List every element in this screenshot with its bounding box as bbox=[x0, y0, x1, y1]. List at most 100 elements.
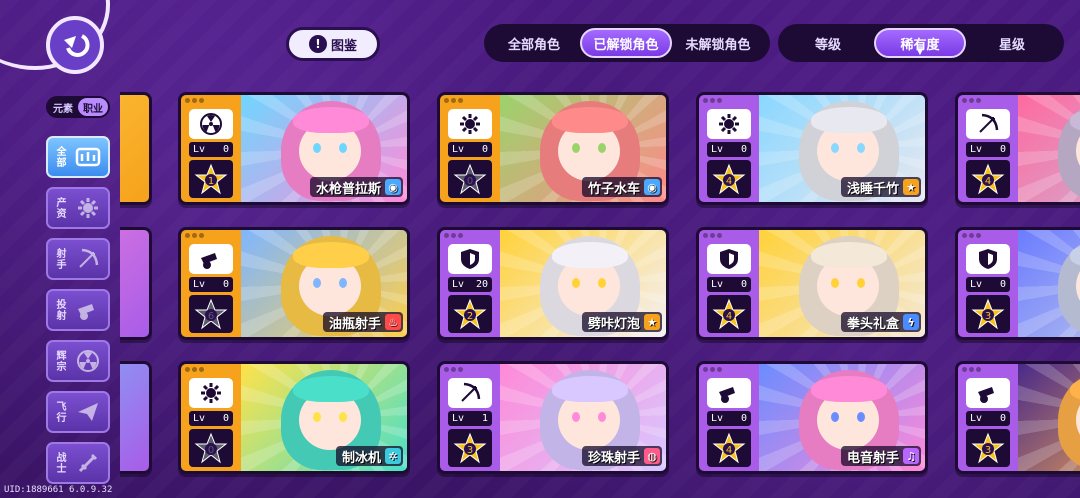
sort-stars[interactable]: 星级 bbox=[966, 28, 1058, 58]
card-info-panel: Lv 0 4 bbox=[958, 95, 1018, 202]
star-count: 3 bbox=[985, 311, 991, 322]
star-icon: 0 bbox=[194, 432, 228, 464]
level-value: 0 bbox=[999, 279, 1006, 290]
category-radiation[interactable]: 辉宗 bbox=[46, 340, 110, 382]
level-badge: Lv 0 bbox=[707, 411, 751, 426]
card-info-panel: Lv 0 3 bbox=[958, 364, 1018, 471]
star-count: 3 bbox=[467, 445, 473, 456]
tab-unlocked-characters[interactable]: 已解锁角色 bbox=[580, 28, 672, 58]
character-card-partial[interactable] bbox=[120, 361, 152, 474]
level-badge: Lv 0 bbox=[189, 142, 233, 157]
guide-button[interactable]: ! 图鉴 bbox=[286, 27, 380, 61]
card-dots bbox=[703, 98, 722, 103]
star-icon: 3 bbox=[453, 432, 487, 464]
character-card[interactable]: Lv 0 4 浅睡千竹 ★ bbox=[696, 92, 928, 205]
category-cannon[interactable]: 投射 bbox=[46, 289, 110, 331]
category-paper-plane[interactable]: 飞行 bbox=[46, 391, 110, 433]
star-icon: 6 bbox=[194, 298, 228, 330]
character-name: 浅睡千竹 ★ bbox=[840, 177, 921, 197]
character-name-label: 电音射手 bbox=[846, 450, 899, 466]
level-badge: Lv 0 bbox=[966, 277, 1010, 292]
element-class-toggle[interactable]: 元素 职业 bbox=[46, 96, 110, 118]
character-card[interactable]: Lv 0 4 bbox=[955, 92, 1080, 205]
cannon-icon bbox=[71, 293, 105, 327]
character-name: 电音射手 ♫ bbox=[840, 446, 921, 466]
cannon-icon bbox=[966, 378, 1010, 408]
character-card[interactable]: Lv 0 0 制冰机 ✲ bbox=[178, 361, 410, 474]
category-gear[interactable]: 产资 bbox=[46, 187, 110, 229]
character-name-label: 劈咔灯泡 bbox=[587, 316, 640, 332]
star-icon: 4 bbox=[712, 163, 746, 195]
star-count: 0 bbox=[208, 445, 214, 456]
star-rank: 3 bbox=[966, 429, 1010, 467]
character-card[interactable]: Lv 0 3 bbox=[955, 361, 1080, 474]
level-prefix: Lv bbox=[193, 279, 206, 290]
level-value: 0 bbox=[740, 413, 747, 424]
card-info-panel: Lv 20 2 bbox=[440, 230, 500, 337]
gear-icon bbox=[71, 191, 105, 225]
card-dots bbox=[185, 98, 204, 103]
back-button[interactable] bbox=[46, 16, 104, 74]
card-dots bbox=[444, 233, 463, 238]
card-dots bbox=[444, 367, 463, 372]
level-badge: Lv 1 bbox=[448, 411, 492, 426]
tab-all-characters[interactable]: 全部角色 bbox=[488, 28, 580, 58]
category-sword[interactable]: 战士 bbox=[46, 442, 110, 484]
tab-locked-characters[interactable]: 未解锁角色 bbox=[672, 28, 764, 58]
category-bow[interactable]: 射手 bbox=[46, 238, 110, 280]
star-icon: 4 bbox=[971, 163, 1005, 195]
star-count: 2 bbox=[467, 311, 473, 322]
card-info-panel: Lv 0 3 bbox=[958, 230, 1018, 337]
character-card[interactable]: Lv 0 6 油瓶射手 ♨ bbox=[178, 227, 410, 340]
star-rank: 3 bbox=[966, 295, 1010, 333]
star-rank: 6 bbox=[189, 295, 233, 333]
character-name-label: 油瓶射手 bbox=[328, 316, 381, 332]
bow-icon bbox=[71, 242, 105, 276]
character-card[interactable]: Lv 0 1 水枪普拉斯 ◉ bbox=[178, 92, 410, 205]
paper-plane-icon bbox=[71, 395, 105, 429]
star-icon: ★ bbox=[903, 179, 919, 195]
card-info-panel: Lv 0 0 bbox=[440, 95, 500, 202]
character-portrait bbox=[1018, 230, 1080, 337]
card-info-panel: Lv 0 4 bbox=[699, 95, 759, 202]
character-card-partial[interactable] bbox=[120, 92, 152, 205]
toggle-class[interactable]: 职业 bbox=[78, 98, 108, 116]
gear-icon bbox=[189, 378, 233, 408]
category-all[interactable]: 全部 bbox=[46, 136, 110, 178]
sort-rarity[interactable]: 稀有度 ▼ bbox=[874, 28, 966, 58]
star-count: 6 bbox=[208, 311, 214, 322]
shield-icon bbox=[707, 244, 751, 274]
level-prefix: Lv bbox=[970, 279, 983, 290]
category-label: 投射 bbox=[54, 299, 65, 321]
star-rank: 4 bbox=[966, 160, 1010, 198]
level-badge: Lv 0 bbox=[707, 277, 751, 292]
star-rank: 2 bbox=[448, 295, 492, 333]
character-card[interactable]: Lv 0 3 bbox=[955, 227, 1080, 340]
character-portrait bbox=[1018, 364, 1080, 471]
radiation-icon bbox=[71, 344, 105, 378]
sort-level[interactable]: 等级 bbox=[782, 28, 874, 58]
character-card[interactable]: Lv 20 2 劈咔灯泡 ★ bbox=[437, 227, 669, 340]
character-card[interactable]: Lv 0 0 竹子水车 ◉ bbox=[437, 92, 669, 205]
level-prefix: Lv bbox=[452, 413, 465, 424]
lightning-icon: ϟ bbox=[903, 314, 919, 330]
star-rank: 4 bbox=[707, 295, 751, 333]
character-card-partial[interactable] bbox=[120, 227, 152, 340]
level-value: 0 bbox=[222, 413, 229, 424]
level-badge: Lv 0 bbox=[189, 277, 233, 292]
card-dots bbox=[703, 367, 722, 372]
star-count: 1 bbox=[208, 176, 214, 187]
bow-icon bbox=[448, 378, 492, 408]
toggle-element[interactable]: 元素 bbox=[48, 98, 78, 116]
character-name: 竹子水车 ◉ bbox=[581, 177, 662, 197]
character-card[interactable]: Lv 0 4 拳头礼盒 ϟ bbox=[696, 227, 928, 340]
category-label: 战士 bbox=[54, 452, 65, 474]
star-icon: 0 bbox=[453, 163, 487, 195]
level-prefix: Lv bbox=[970, 144, 983, 155]
star-rank: 0 bbox=[448, 160, 492, 198]
character-card[interactable]: Lv 1 3 珍珠射手 ◍ bbox=[437, 361, 669, 474]
card-info-panel: Lv 0 1 bbox=[181, 95, 241, 202]
card-dots bbox=[703, 233, 722, 238]
cannon-icon bbox=[707, 378, 751, 408]
character-card[interactable]: Lv 0 4 电音射手 ♫ bbox=[696, 361, 928, 474]
